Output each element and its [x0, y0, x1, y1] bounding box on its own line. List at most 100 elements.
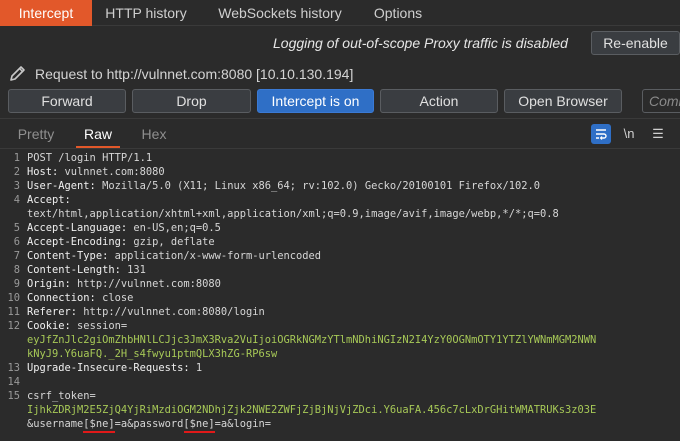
- line-number: 15: [7, 390, 20, 402]
- pencil-icon: [10, 66, 25, 81]
- code-line: 12 Cookie: session=: [0, 319, 680, 333]
- tab-intercept[interactable]: Intercept: [0, 0, 92, 26]
- code-line: eyJfZnJlc2giOmZhbHNlLCJjc3JmX3Rva2VuIjoi…: [0, 333, 680, 347]
- forward-button[interactable]: Forward: [8, 89, 126, 113]
- code-line: kNyJ9.Y6uaFQ._2H_s4fwyu1ptmQLX3hZG-RP6sw: [0, 347, 680, 361]
- code-text: Host: vulnnet.com:8080: [27, 165, 165, 179]
- request-target-label: Request to http://vulnnet.com:8080 [10.1…: [35, 66, 354, 82]
- line-number: 5: [13, 222, 20, 234]
- header-value: 131: [120, 264, 146, 276]
- line-number: 4: [13, 194, 20, 206]
- tab-http-history[interactable]: HTTP history: [95, 0, 197, 26]
- code-line: 10 Connection: close: [0, 291, 680, 305]
- code-line: 8 Content-Length: 131: [0, 263, 680, 277]
- code-line: 7 Content-Type: application/x-www-form-ur…: [0, 249, 680, 263]
- header-name: Connection:: [27, 292, 96, 304]
- header-value: http://vulnnet.com:8080: [70, 278, 221, 290]
- drop-button[interactable]: Drop: [132, 89, 251, 113]
- plain-text: csrf_token=: [27, 390, 96, 402]
- code-line: 9 Origin: http://vulnnet.com:8080: [0, 277, 680, 291]
- code-text: kNyJ9.Y6uaFQ._2H_s4fwyu1ptmQLX3hZG-RP6sw: [27, 347, 277, 361]
- code-text: Accept-Language: en-US,en;q=0.5: [27, 221, 221, 235]
- line-number: 1: [13, 152, 20, 164]
- code-line: text/html,application/xhtml+xml,applicat…: [0, 207, 680, 221]
- header-name: User-Agent:: [27, 180, 96, 192]
- header-value: http://vulnnet.com:8080/login: [77, 306, 265, 318]
- header-value: application/x-www-form-urlencoded: [108, 250, 322, 262]
- line-number: 14: [7, 376, 20, 388]
- code-text: eyJfZnJlc2giOmZhbHNlLCJjc3JmX3Rva2VuIjoi…: [27, 333, 596, 347]
- code-line: 11 Referer: http://vulnnet.com:8080/login: [0, 305, 680, 319]
- menu-icon[interactable]: ☰: [648, 124, 668, 144]
- tab-pretty[interactable]: Pretty: [8, 122, 64, 146]
- code-text: Content-Length: 131: [27, 263, 146, 277]
- wrap-icon[interactable]: [591, 124, 611, 144]
- line-number: 3: [13, 180, 20, 192]
- header-value: 1: [189, 362, 203, 374]
- code-text: Cookie: session=: [27, 319, 127, 333]
- header-name: Accept-Encoding:: [27, 236, 128, 248]
- header-value: close: [95, 292, 134, 304]
- intercept-toggle-button[interactable]: Intercept is on: [257, 89, 374, 113]
- plain-text: &username[$ne]=a&password[$ne]=a&login=: [27, 418, 271, 430]
- code-line: IjhkZDRjM2E5ZjQ4YjRiMzdiOGM2NDhjZjk2NWE2…: [0, 403, 680, 417]
- logging-message: Logging of out-of-scope Proxy traffic is…: [273, 35, 568, 51]
- code-text: Referer: http://vulnnet.com:8080/login: [27, 305, 265, 319]
- code-text: text/html,application/xhtml+xml,applicat…: [27, 207, 559, 221]
- code-text: Accept-Encoding: gzip, deflate: [27, 235, 215, 249]
- line-number: 9: [13, 278, 20, 290]
- editor-view-tabs: Pretty Raw Hex \n ☰: [0, 122, 680, 148]
- header-name: Accept-Language:: [27, 222, 128, 234]
- plain-text: text/html,application/xhtml+xml,applicat…: [27, 208, 559, 220]
- newline-icon[interactable]: \n: [619, 124, 639, 144]
- code-line: 2 Host: vulnnet.com:8080: [0, 165, 680, 179]
- code-text: Accept:: [27, 193, 71, 207]
- header-name: Content-Length:: [27, 264, 121, 276]
- code-line: 1 POST /login HTTP/1.1: [0, 151, 680, 165]
- code-line: 5 Accept-Language: en-US,en;q=0.5: [0, 221, 680, 235]
- tab-raw[interactable]: Raw: [70, 122, 126, 148]
- line-number: 6: [13, 236, 20, 248]
- action-button[interactable]: Action: [380, 89, 498, 113]
- code-text: Upgrade-Insecure-Requests: 1: [27, 361, 202, 375]
- comment-input[interactable]: Comment this item: [642, 89, 680, 113]
- header-value: session=: [70, 320, 128, 332]
- encoded-value: IjhkZDRjM2E5ZjQ4YjRiMzdiOGM2NDhjZjk2NWE2…: [27, 404, 597, 416]
- plain-text: POST /login HTTP/1.1: [27, 152, 153, 164]
- line-number: 2: [13, 166, 20, 178]
- line-number: 13: [7, 362, 20, 374]
- header-name: Referer:: [27, 306, 78, 318]
- header-value: Mozilla/5.0 (X11; Linux x86_64; rv:102.0…: [95, 180, 540, 192]
- highlight-underline: [83, 431, 115, 433]
- tab-options[interactable]: Options: [360, 0, 436, 26]
- header-value: gzip, deflate: [127, 236, 215, 248]
- code-line: 3 User-Agent: Mozilla/5.0 (X11; Linux x86…: [0, 179, 680, 193]
- header-value: en-US,en;q=0.5: [127, 222, 221, 234]
- line-number: 10: [7, 292, 20, 304]
- request-info-row: Request to http://vulnnet.com:8080 [10.1…: [0, 62, 680, 86]
- proxy-tab-bar: Intercept HTTP history WebSockets histor…: [0, 0, 680, 26]
- header-name: Accept:: [27, 194, 71, 206]
- header-name: Origin:: [27, 278, 71, 290]
- header-name: Host:: [27, 166, 59, 178]
- code-line: 4 Accept:: [0, 193, 680, 207]
- code-text: POST /login HTTP/1.1: [27, 151, 152, 165]
- code-line: 14: [0, 375, 680, 389]
- open-browser-button[interactable]: Open Browser: [504, 89, 622, 113]
- highlight-underline: [183, 431, 216, 433]
- line-number: 12: [7, 320, 20, 332]
- tab-hex[interactable]: Hex: [126, 122, 182, 146]
- code-text: csrf_token=: [27, 389, 96, 403]
- divider: [0, 118, 680, 119]
- reenable-button[interactable]: Re-enable: [591, 31, 680, 55]
- raw-request-editor[interactable]: 1 POST /login HTTP/1.1 2 Host: vulnnet.com:…: [0, 148, 680, 441]
- code-line: &username[$ne]=a&password[$ne]=a&login=: [0, 417, 680, 431]
- code-line: 15 csrf_token=: [0, 389, 680, 403]
- code-text: Origin: http://vulnnet.com:8080: [27, 277, 221, 291]
- line-number: 8: [13, 264, 20, 276]
- tab-websockets-history[interactable]: WebSockets history: [205, 0, 355, 26]
- line-number: 7: [13, 250, 20, 262]
- header-value: vulnnet.com:8080: [58, 166, 165, 178]
- code-text: Content-Type: application/x-www-form-url…: [27, 249, 321, 263]
- code-text: IjhkZDRjM2E5ZjQ4YjRiMzdiOGM2NDhjZjk2NWE2…: [27, 403, 596, 417]
